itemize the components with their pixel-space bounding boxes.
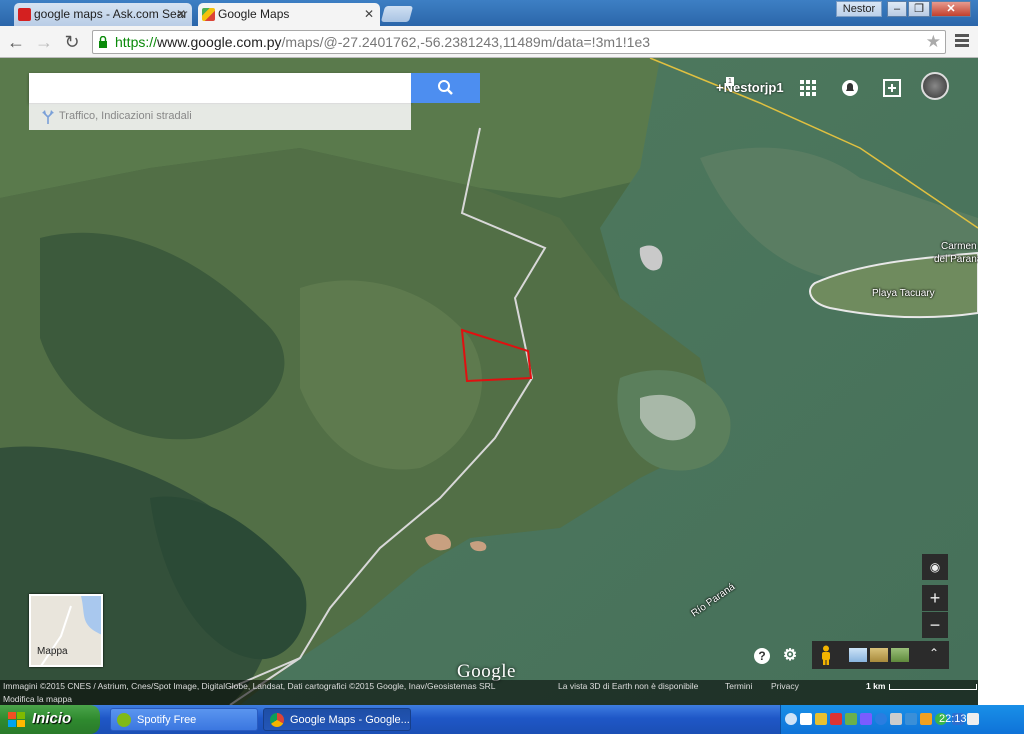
minimize-button[interactable]: – <box>887 1 907 17</box>
edit-map-link[interactable]: Modifica la mappa <box>0 693 978 705</box>
map-type-label: Mappa <box>37 646 68 657</box>
blank-area <box>978 0 1024 705</box>
search-button[interactable] <box>411 73 480 103</box>
zoom-in-button[interactable]: + <box>922 585 948 611</box>
menu-icon[interactable] <box>955 34 969 48</box>
earth-unavailable-note: La vista 3D di Earth non è disponibile <box>558 681 699 691</box>
help-icon[interactable]: ? <box>754 648 770 664</box>
tray-app-icon[interactable] <box>905 713 917 725</box>
my-location-button[interactable]: ◉ <box>922 554 948 580</box>
tray-app-icon[interactable] <box>920 713 932 725</box>
windows-taskbar: Inicio Spotify Free Google Maps - Google… <box>0 705 1024 734</box>
tab-google-maps[interactable]: Google Maps ✕ <box>198 3 380 26</box>
address-bar[interactable]: https://www.google.com.py/maps/@-27.2401… <box>92 30 946 54</box>
lock-icon <box>99 36 107 48</box>
share-add-icon[interactable] <box>881 77 903 99</box>
street-view-panel: ⌃ <box>812 641 949 669</box>
start-button[interactable]: Inicio <box>0 705 100 734</box>
apps-grid-icon[interactable] <box>797 77 819 99</box>
scale-bar <box>889 684 977 690</box>
tab-title: Google Maps <box>218 7 290 21</box>
tray-app-icon[interactable] <box>875 713 887 725</box>
spotify-icon <box>117 713 131 727</box>
bookmark-star-icon[interactable]: ★ <box>926 32 941 52</box>
back-arrow-icon[interactable]: ← <box>5 31 27 53</box>
satellite-map[interactable]: Traffico, Indicazioni stradali +Nestorjp… <box>0 58 978 705</box>
photo-thumb-3[interactable] <box>891 648 909 662</box>
place-label-carmen-parana: del Paraná <box>934 254 978 265</box>
browser-toolbar: ← → ↻ https://www.google.com.py/maps/@-2… <box>0 26 978 58</box>
photo-thumb-1[interactable] <box>849 648 867 662</box>
map-type-thumbnail[interactable]: Mappa <box>29 594 103 667</box>
notification-badge: 1 <box>726 77 734 86</box>
tray-app-icon[interactable] <box>890 713 902 725</box>
imagery-attribution: Immagini ©2015 CNES / Astrium, Cnes/Spot… <box>3 681 496 691</box>
volume-icon[interactable] <box>967 713 979 725</box>
browser-titlebar: google maps - Ask.com Sear ✕ Google Maps… <box>0 0 978 26</box>
directions-fork-icon <box>42 110 54 124</box>
notifications-bell-icon[interactable] <box>839 77 861 99</box>
forward-arrow-icon[interactable]: → <box>33 31 55 53</box>
pegman-icon[interactable] <box>820 645 832 665</box>
terms-link[interactable]: Termini <box>725 680 752 693</box>
tray-app-icon[interactable] <box>800 713 812 725</box>
map-footer: Immagini ©2015 CNES / Astrium, Cnes/Spot… <box>0 680 978 693</box>
place-label-playa-tacuary: Playa Tacuary <box>872 288 935 299</box>
desktop-screen: google maps - Ask.com Sear ✕ Google Maps… <box>0 0 1024 734</box>
close-window-button[interactable]: ✕ <box>931 1 971 17</box>
tray-app-icon[interactable] <box>860 713 872 725</box>
taskbar-item-chrome[interactable]: Google Maps - Google... <box>263 708 411 731</box>
tray-app-icon[interactable] <box>815 713 827 725</box>
url-text: https://www.google.com.py/maps/@-27.2401… <box>115 34 650 50</box>
clock: 22:13 <box>939 713 967 725</box>
directions-text: Traffico, Indicazioni stradali <box>59 110 192 122</box>
close-tab-icon[interactable]: ✕ <box>176 7 186 21</box>
map-search-box <box>29 73 411 103</box>
directions-bar[interactable]: Traffico, Indicazioni stradali <box>29 103 411 130</box>
search-icon <box>438 80 453 95</box>
tray-network-icon[interactable] <box>845 713 857 725</box>
url-scheme: https:// <box>115 34 158 50</box>
zoom-out-button[interactable]: − <box>922 612 948 638</box>
system-tray <box>780 705 1024 734</box>
new-tab-button[interactable] <box>380 6 414 22</box>
url-path: /maps/@-27.2401762,-56.2381243,11489m/da… <box>281 34 651 50</box>
place-label-carmen: Carmen <box>941 241 977 252</box>
privacy-link[interactable]: Privacy <box>771 680 799 693</box>
tab-ask[interactable]: google maps - Ask.com Sear ✕ <box>14 3 192 26</box>
scale-label: 1 km <box>866 681 886 691</box>
avatar[interactable] <box>921 72 949 100</box>
windows-logo-icon <box>8 712 25 727</box>
settings-gear-icon[interactable]: ⚙ <box>782 648 798 664</box>
google-maps-icon <box>202 8 215 21</box>
map-search-input[interactable] <box>29 73 411 103</box>
taskbar-item-label: Google Maps - Google... <box>290 714 410 726</box>
tray-collapse-icon[interactable] <box>785 713 797 725</box>
profile-button[interactable]: Nestor <box>836 1 882 17</box>
expand-chevron-icon[interactable]: ⌃ <box>929 646 939 660</box>
satellite-imagery <box>0 58 978 705</box>
url-host: www.google.com.py <box>157 34 282 50</box>
tab-title: google maps - Ask.com Sear <box>34 7 188 21</box>
close-tab-icon[interactable]: ✕ <box>364 7 374 21</box>
restore-button[interactable]: ❐ <box>908 1 930 17</box>
photo-thumb-2[interactable] <box>870 648 888 662</box>
ask-icon <box>18 8 31 21</box>
tray-app-icon[interactable] <box>830 713 842 725</box>
taskbar-item-spotify[interactable]: Spotify Free <box>110 708 258 731</box>
chrome-icon <box>270 713 284 727</box>
reload-icon[interactable]: ↻ <box>61 31 83 53</box>
start-label: Inicio <box>32 710 72 727</box>
taskbar-item-label: Spotify Free <box>137 714 197 726</box>
